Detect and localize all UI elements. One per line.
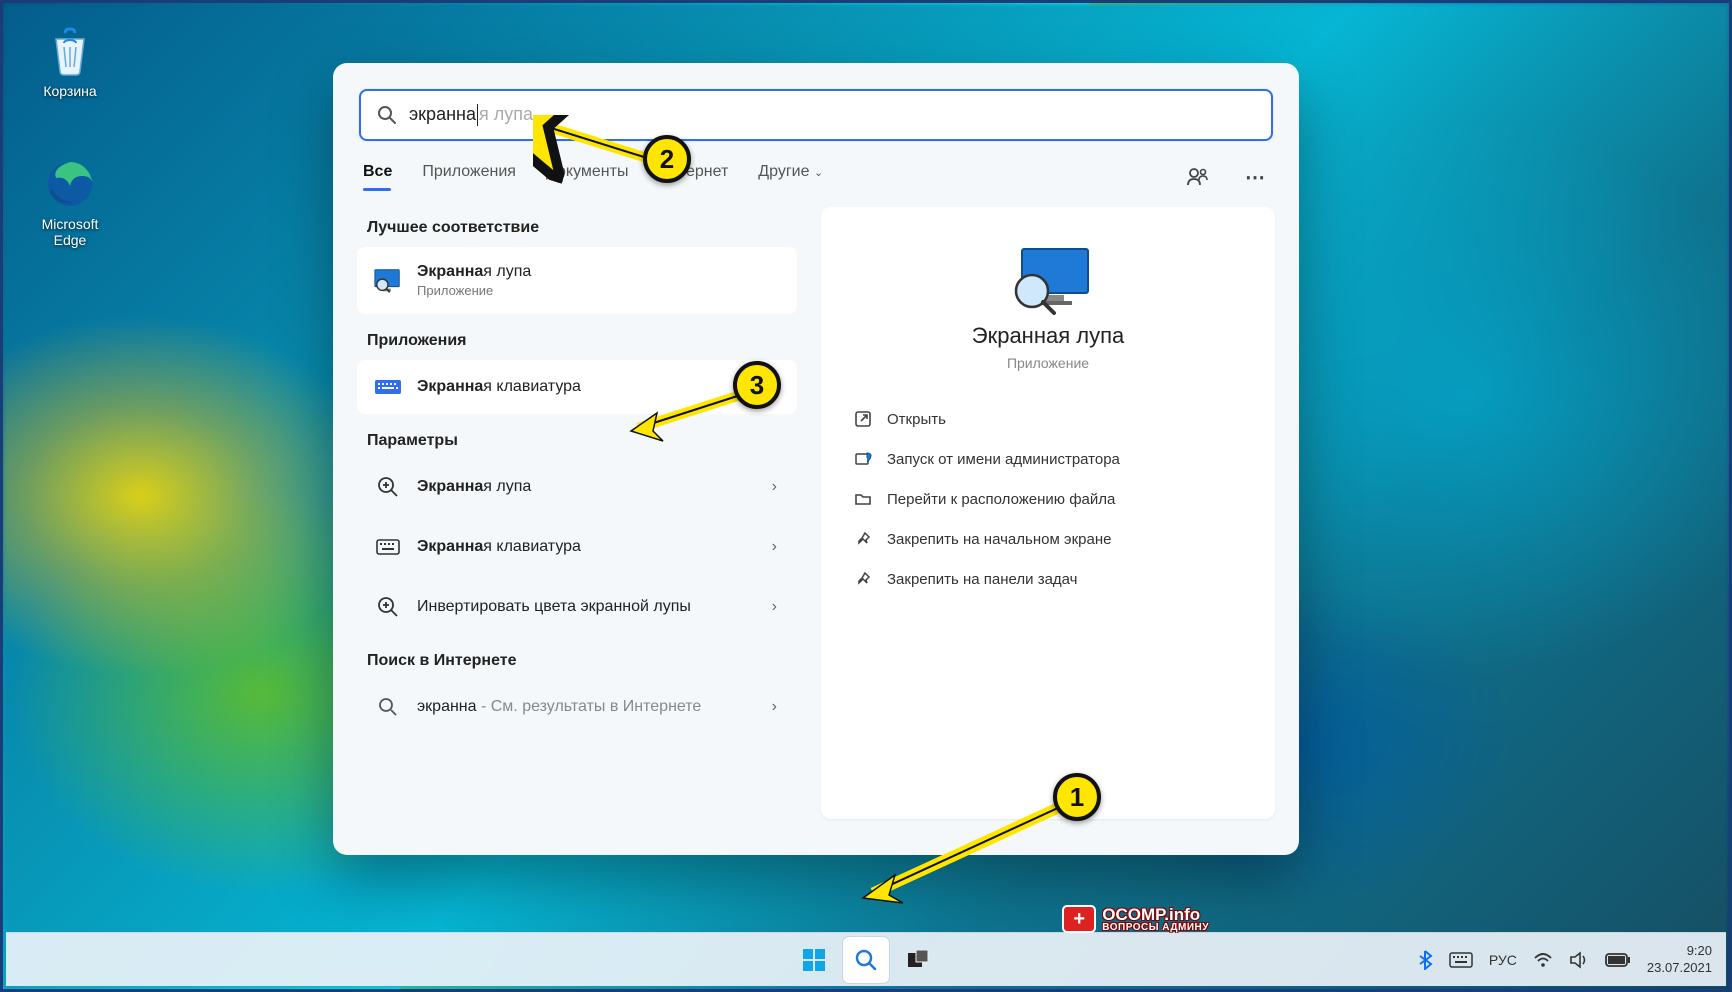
result-best-match[interactable]: Экранная лупа Приложение [357,247,797,314]
chevron-right-icon: › [768,478,781,496]
action-pin-to-start[interactable]: Закрепить на начальном экране [849,519,1247,559]
tab-all[interactable]: Все [363,163,392,191]
language-indicator[interactable]: РУС [1489,952,1517,968]
pin-icon [853,529,873,549]
section-best-match: Лучшее соответствие [357,207,797,247]
section-web-search: Поиск в Интернете [357,640,797,680]
pin-icon [853,569,873,589]
action-run-as-admin[interactable]: Запуск от имени администратора [849,439,1247,479]
tab-apps[interactable]: Приложения [422,163,516,191]
annotation-arrow-1 [853,783,1083,913]
recycle-bin-icon [44,25,96,77]
desktop-icon-edge[interactable]: Microsoft Edge [25,158,115,248]
result-setting-magnifier[interactable]: Экранная лупа › [357,460,797,514]
annotation-badge-2: 2 [643,135,691,183]
result-preview-pane: Экранная лупа Приложение Открыть Запуск … [821,207,1275,819]
wifi-icon[interactable] [1533,952,1553,968]
open-icon [853,409,873,429]
more-options-icon[interactable]: ⋯ [1241,163,1269,191]
result-subtitle: Приложение [417,283,781,298]
annotation-badge-1: 1 [1053,773,1101,821]
account-icon[interactable] [1183,163,1211,191]
chevron-right-icon: › [768,698,781,716]
keyboard-tray-icon[interactable] [1449,952,1473,968]
action-pin-to-taskbar[interactable]: Закрепить на панели задач [849,559,1247,599]
watermark: + OCOMP.info ВОПРОСЫ АДМИНУ [1062,905,1209,933]
zoom-in-icon [373,592,403,622]
preview-title: Экранная лупа [849,323,1247,349]
taskbar: РУС 9:20 23.07.2021 [6,932,1726,986]
folder-icon [853,489,873,509]
result-title: Экранная лупа [417,263,781,281]
task-view-button[interactable] [895,937,941,983]
desktop-icon-label: Корзина [25,83,115,99]
search-icon [373,692,403,722]
zoom-in-icon [373,472,403,502]
tab-more[interactable]: Другие ⌄ [758,163,823,191]
section-apps: Приложения [357,320,797,360]
plus-badge-icon: + [1062,905,1096,933]
start-button[interactable] [791,937,837,983]
result-web-search[interactable]: экранна - См. результаты в Интернете › [357,680,797,734]
magnifier-app-icon [373,266,403,296]
desktop-icon-label: Microsoft Edge [25,216,115,248]
action-open[interactable]: Открыть [849,399,1247,439]
shield-icon [853,449,873,469]
system-tray: РУС 9:20 23.07.2021 [1417,943,1712,976]
magnifier-app-large-icon [1008,243,1088,303]
edge-icon [44,158,96,210]
result-setting-keyboard[interactable]: Экранная клавиатура › [357,520,797,574]
taskbar-clock[interactable]: 9:20 23.07.2021 [1647,943,1712,976]
annotation-badge-3: 3 [733,361,781,409]
search-input-container[interactable]: экранная лупа [359,89,1273,141]
search-icon [377,105,397,125]
battery-icon[interactable] [1605,953,1631,967]
taskbar-search-button[interactable] [843,937,889,983]
preview-subtitle: Приложение [849,355,1247,371]
search-panel: экранная лупа Все Приложения Документы И… [333,63,1299,855]
keyboard-outline-icon [373,532,403,562]
volume-icon[interactable] [1569,951,1589,969]
bluetooth-icon[interactable] [1417,950,1433,970]
action-open-file-location[interactable]: Перейти к расположению файла [849,479,1247,519]
chevron-right-icon: › [768,598,781,616]
search-tabs: Все Приложения Документы Интернет Другие… [333,141,1299,191]
desktop-icon-recycle-bin[interactable]: Корзина [25,25,115,99]
result-setting-invert-colors[interactable]: Инвертировать цвета экранной лупы › [357,580,797,634]
chevron-right-icon: › [768,538,781,556]
keyboard-icon [373,372,403,402]
